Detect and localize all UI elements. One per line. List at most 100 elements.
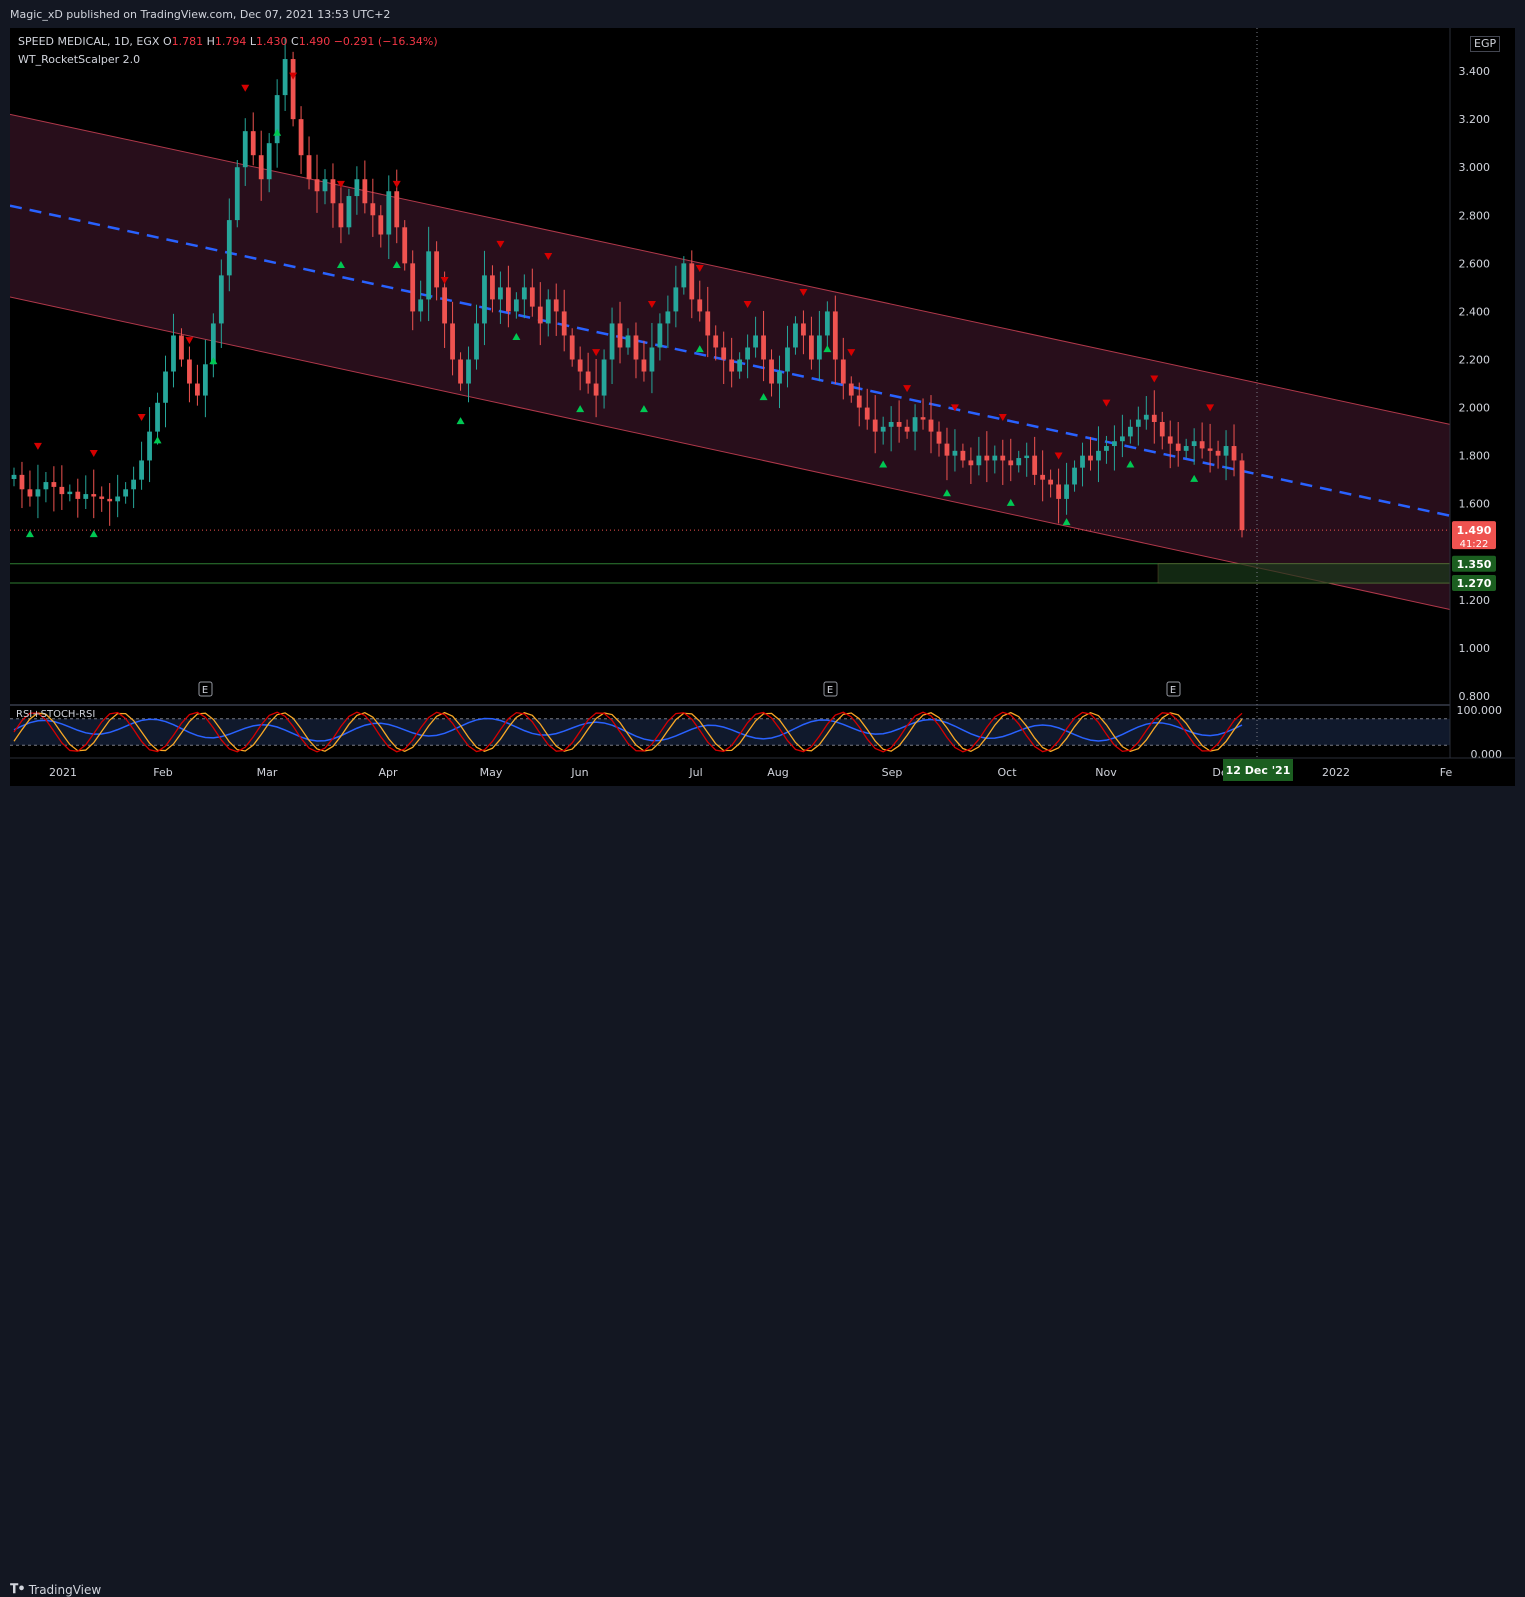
candle-body — [75, 491, 81, 499]
candle-body — [1032, 455, 1038, 475]
earnings-marker-label: E — [1170, 685, 1176, 696]
price-tick-label: 2.800 — [1459, 209, 1491, 222]
bottom-bar: 𝐓• TradingView — [0, 786, 1525, 1597]
candle-body — [920, 417, 926, 420]
publisher-caption: Magic_xD published on TradingView.com, D… — [10, 8, 391, 21]
sell-signal-marker — [89, 450, 98, 458]
candle-body — [816, 335, 822, 360]
candle-body — [258, 155, 264, 180]
candle-body — [1151, 414, 1157, 422]
price-tick-label: 1.200 — [1459, 594, 1491, 607]
time-tick-label: Fe — [1440, 766, 1453, 779]
time-tick-label: Apr — [378, 766, 398, 779]
chart-svg[interactable]: E E E RSI+STOCH-RSI 3.400 3.200 3.000 2.800 2.60… — [9, 28, 1515, 786]
candle-body — [155, 402, 160, 432]
support-label: 1.350 — [1457, 558, 1492, 571]
candle-body — [1167, 436, 1173, 444]
candle-body — [569, 335, 575, 360]
crosshair-date-label: 12 Dec '21 — [1226, 764, 1291, 777]
time-tick-label: Oct — [997, 766, 1017, 779]
candle-body — [585, 371, 591, 384]
candle-body — [641, 359, 647, 372]
tradingview-logo[interactable]: 𝐓• TradingView — [10, 1582, 101, 1597]
rsi-band — [10, 718, 1450, 746]
candle-body — [681, 263, 687, 288]
candle-body — [1175, 443, 1181, 451]
candle-body — [218, 275, 224, 324]
symbol-label[interactable]: SPEED MEDICAL, 1D, EGX — [18, 35, 159, 48]
time-tick-label: Nov — [1095, 766, 1117, 779]
candle-body — [960, 450, 966, 461]
price-tick-label: 1.600 — [1459, 498, 1491, 511]
sell-signal-marker — [289, 72, 298, 80]
last-price-label: 1.490 — [1457, 524, 1492, 537]
price-tick-label: 0.800 — [1459, 690, 1491, 703]
candle-body — [402, 227, 408, 264]
candle-body — [474, 323, 479, 360]
price-tick-label: 1.800 — [1459, 450, 1491, 463]
candle-body — [593, 383, 599, 396]
tradingview-icon: 𝐓• — [10, 1582, 26, 1597]
candle-body — [410, 263, 416, 312]
candle-body — [19, 474, 25, 490]
open-label: O — [162, 35, 172, 48]
candle-body — [163, 371, 168, 403]
candle-body — [1064, 484, 1069, 499]
candle-body — [1096, 450, 1101, 461]
close-label: C — [291, 35, 299, 48]
candle-body — [856, 395, 862, 408]
price-tick-label: 3.000 — [1459, 161, 1491, 174]
candle-body — [665, 311, 671, 324]
candle-body — [115, 496, 121, 502]
candle-body — [362, 179, 368, 204]
candle-body — [1112, 441, 1117, 447]
candle-body — [27, 489, 33, 497]
top-bar: Magic_xD published on TradingView.com, D… — [0, 0, 1525, 28]
candle-body — [1135, 419, 1141, 427]
candle-body — [51, 482, 57, 487]
candle-body — [832, 311, 838, 360]
candle-body — [195, 383, 200, 396]
time-tick-label: May — [480, 766, 503, 779]
candle-body — [1119, 436, 1125, 442]
close-value: 1.490 — [298, 35, 331, 48]
currency-badge[interactable]: EGP — [1470, 36, 1501, 52]
candle-body — [306, 155, 312, 180]
buy-signal-marker — [153, 436, 162, 444]
candle-body — [713, 335, 719, 348]
price-legend: SPEED MEDICAL, 1D, EGX O1.781 H1.794 L1.… — [18, 35, 438, 48]
candle-body — [1223, 446, 1229, 456]
candle-body — [840, 359, 846, 384]
candle-body — [466, 359, 471, 384]
candle-body — [649, 347, 655, 372]
candle-body — [785, 347, 790, 372]
chart-area[interactable]: E E E RSI+STOCH-RSI 3.400 3.200 3.000 2.800 2.60… — [9, 28, 1515, 786]
time-tick-label: Jul — [688, 766, 702, 779]
candle-body — [1207, 448, 1213, 451]
earnings-marker-label: E — [827, 685, 833, 696]
candle-body — [505, 287, 511, 312]
brand-label: TradingView — [28, 1582, 102, 1597]
buy-signal-marker — [209, 357, 218, 365]
sell-signal-marker — [33, 442, 42, 450]
candle-body — [1072, 467, 1077, 485]
candle-body — [904, 426, 910, 432]
candle-body — [601, 359, 607, 396]
candle-body — [729, 359, 735, 372]
rsi-panel-title: RSI+STOCH-RSI — [16, 709, 95, 720]
candle-body — [354, 179, 360, 197]
candle-body — [314, 179, 320, 192]
candle-body — [434, 251, 440, 288]
candle-body — [529, 287, 535, 307]
indicator-label[interactable]: WT_RocketScalper 2.0 — [18, 53, 140, 66]
candle-body — [131, 479, 137, 490]
candle-body — [226, 220, 232, 276]
candle-body — [673, 287, 679, 312]
candle-body — [1231, 446, 1237, 461]
candle-body — [43, 482, 49, 490]
candle-body — [952, 450, 958, 456]
candle-body — [777, 371, 782, 384]
candle-body — [1183, 446, 1189, 451]
candle-body — [1040, 474, 1046, 480]
candle-body — [689, 263, 695, 300]
